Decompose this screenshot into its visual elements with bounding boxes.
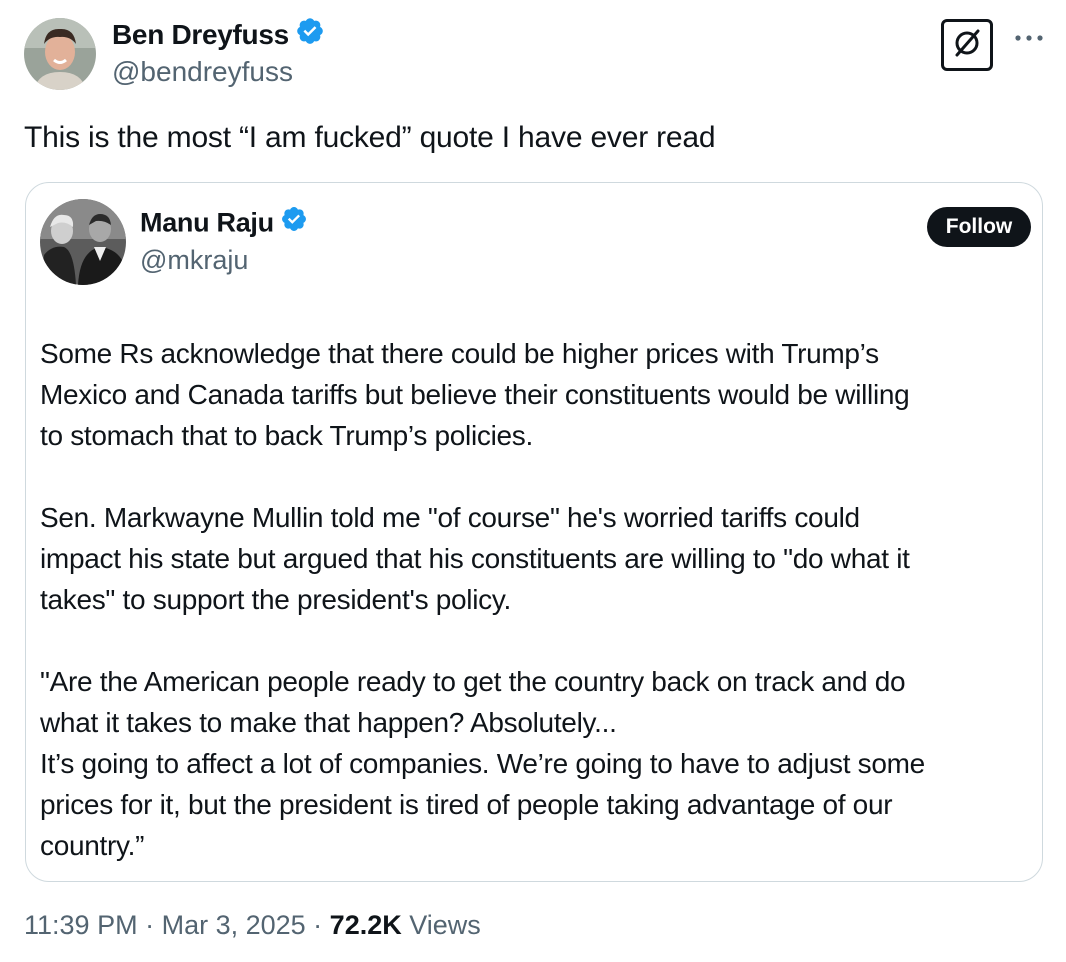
meta-separator: · bbox=[305, 910, 330, 940]
quote-line: Mexico and Canada tariffs but believe th… bbox=[40, 379, 910, 410]
author-name-text[interactable]: Ben Dreyfuss bbox=[112, 19, 289, 50]
verified-badge-icon bbox=[295, 16, 325, 53]
views-count[interactable]: 72.2K bbox=[330, 910, 402, 940]
author-handle[interactable]: @bendreyfuss bbox=[112, 56, 293, 88]
quote-line: impact his state but argued that his con… bbox=[40, 543, 910, 574]
quoted-tweet-text: Some Rs acknowledge that there could be … bbox=[40, 333, 1036, 866]
author-avatar[interactable] bbox=[24, 18, 96, 90]
quote-line: It’s going to affect a lot of companies.… bbox=[40, 748, 925, 779]
quote-paragraph: "Are the American people ready to get th… bbox=[40, 661, 1036, 866]
quote-paragraph: Some Rs acknowledge that there could be … bbox=[40, 333, 1036, 456]
verified-badge-icon bbox=[280, 205, 308, 240]
grok-button[interactable] bbox=[941, 19, 993, 71]
grok-icon bbox=[950, 26, 984, 65]
quoted-author-name-text[interactable]: Manu Raju bbox=[140, 208, 274, 238]
quote-line: prices for it, but the president is tire… bbox=[40, 789, 893, 820]
meta-separator: · bbox=[137, 910, 162, 940]
views-label: Views bbox=[401, 910, 481, 940]
tweet-time[interactable]: 11:39 PM bbox=[24, 910, 138, 940]
quote-line: takes" to support the president's policy… bbox=[40, 584, 511, 615]
quote-line: Some Rs acknowledge that there could be … bbox=[40, 338, 879, 369]
quote-line: to stomach that to back Trump’s policies… bbox=[40, 420, 533, 451]
follow-button[interactable]: Follow bbox=[927, 207, 1031, 247]
more-options-icon bbox=[1014, 29, 1044, 47]
quoted-author-avatar[interactable] bbox=[40, 199, 126, 285]
quoted-author-name[interactable]: Manu Raju bbox=[140, 207, 308, 242]
quoted-tweet-card[interactable]: Manu Raju @mkraju Follow Some Rs acknowl… bbox=[25, 182, 1043, 882]
quoted-author-handle[interactable]: @mkraju bbox=[140, 245, 248, 276]
quote-line: "Are the American people ready to get th… bbox=[40, 666, 906, 697]
quote-line: country.” bbox=[40, 830, 145, 861]
quote-line: what it takes to make that happen? Absol… bbox=[40, 707, 617, 738]
tweet-metadata: 11:39 PM · Mar 3, 2025 · 72.2K Views bbox=[24, 910, 481, 941]
more-options-button[interactable] bbox=[1012, 28, 1046, 48]
quote-paragraph: Sen. Markwayne Mullin told me "of course… bbox=[40, 497, 1036, 620]
tweet-date[interactable]: Mar 3, 2025 bbox=[162, 910, 306, 940]
tweet-text: This is the most “I am fucked” quote I h… bbox=[24, 121, 716, 154]
quote-line: Sen. Markwayne Mullin told me "of course… bbox=[40, 502, 860, 533]
author-name[interactable]: Ben Dreyfuss bbox=[112, 18, 325, 55]
